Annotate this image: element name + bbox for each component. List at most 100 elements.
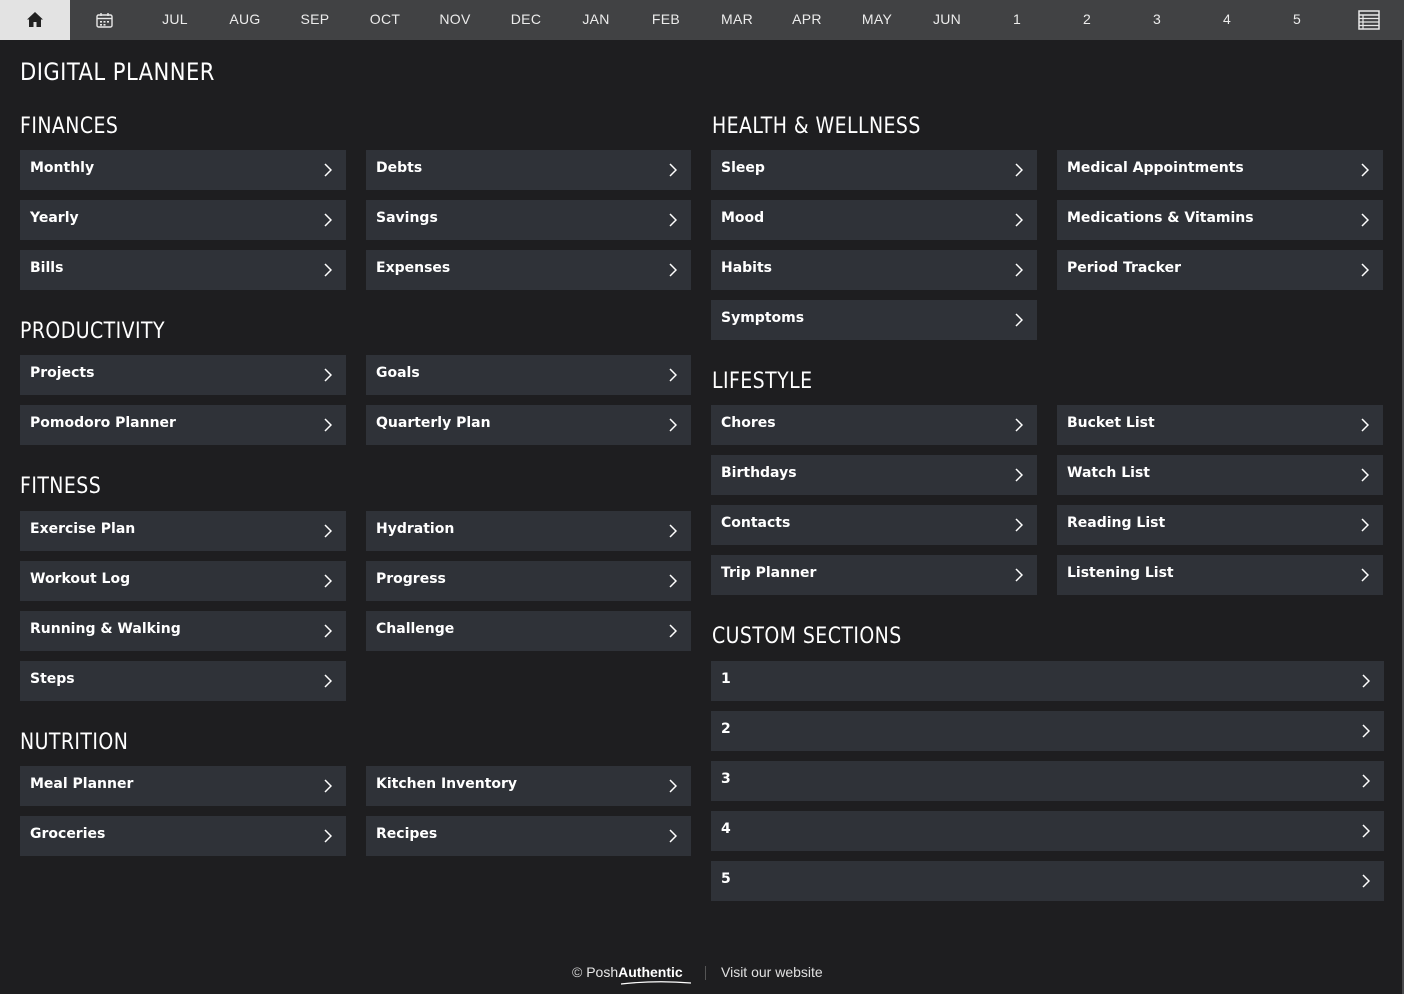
- chevron-right-icon: [1362, 824, 1370, 838]
- chevron-right-icon: [1362, 674, 1370, 688]
- footer: © PoshAuthentic Visit our website: [0, 962, 1404, 986]
- chevron-right-icon: [669, 263, 677, 277]
- home-icon: [27, 12, 43, 27]
- chevron-right-icon: [324, 624, 332, 638]
- tile-label: Exercise Plan: [30, 521, 136, 537]
- chevron-right-icon: [669, 624, 677, 638]
- tile-label: 1: [721, 671, 731, 687]
- copyright-symbol: ©: [572, 964, 583, 980]
- tile-habits[interactable]: Habits: [711, 250, 1037, 290]
- tile-label: Kitchen Inventory: [376, 776, 518, 792]
- tile-debts[interactable]: Debts: [366, 150, 691, 190]
- chevron-right-icon: [1361, 263, 1369, 277]
- tile-contacts[interactable]: Contacts: [711, 505, 1037, 545]
- tile-pomodoro-planner[interactable]: Pomodoro Planner: [20, 405, 346, 445]
- nav-month-nov[interactable]: NOV: [420, 0, 490, 40]
- chevron-right-icon: [1361, 418, 1369, 432]
- tile-workout-log[interactable]: Workout Log: [20, 561, 346, 601]
- tile-kitchen-inventory[interactable]: Kitchen Inventory: [366, 766, 691, 806]
- tile-trip-planner[interactable]: Trip Planner: [711, 555, 1037, 595]
- section-title-custom-sections: CUSTOM SECTIONS: [712, 624, 902, 649]
- tile-goals[interactable]: Goals: [366, 355, 691, 395]
- tile-label: Medical Appointments: [1067, 160, 1244, 176]
- tile-label: Bills: [30, 260, 64, 276]
- nav-month-mar[interactable]: MAR: [702, 0, 772, 40]
- tile-label: Mood: [721, 210, 765, 226]
- chevron-right-icon: [669, 829, 677, 843]
- tile-expenses[interactable]: Expenses: [366, 250, 691, 290]
- nav-month-feb[interactable]: FEB: [631, 0, 701, 40]
- tile-meal-planner[interactable]: Meal Planner: [20, 766, 346, 806]
- tile-custom-5[interactable]: 5: [711, 861, 1384, 901]
- home-tab[interactable]: [0, 0, 70, 40]
- nav-month-jun[interactable]: JUN: [912, 0, 982, 40]
- tile-yearly[interactable]: Yearly: [20, 200, 346, 240]
- tile-watch-list[interactable]: Watch List: [1057, 455, 1383, 495]
- tile-symptoms[interactable]: Symptoms: [711, 300, 1037, 340]
- chevron-right-icon: [669, 574, 677, 588]
- tile-custom-1[interactable]: 1: [711, 661, 1384, 701]
- tile-challenge[interactable]: Challenge: [366, 611, 691, 651]
- tile-reading-list[interactable]: Reading List: [1057, 505, 1383, 545]
- nav-month-aug[interactable]: AUG: [210, 0, 280, 40]
- tile-custom-3[interactable]: 3: [711, 761, 1384, 801]
- tile-running-walking[interactable]: Running & Walking: [20, 611, 346, 651]
- notes-tab[interactable]: [1334, 0, 1404, 40]
- nav-custom-1[interactable]: 1: [982, 0, 1052, 40]
- tile-custom-4[interactable]: 4: [711, 811, 1384, 851]
- tile-monthly[interactable]: Monthly: [20, 150, 346, 190]
- nav-custom-2[interactable]: 2: [1052, 0, 1122, 40]
- tile-progress[interactable]: Progress: [366, 561, 691, 601]
- section-title-nutrition: NUTRITION: [20, 730, 129, 755]
- tile-label: 3: [721, 771, 731, 787]
- chevron-right-icon: [324, 524, 332, 538]
- tile-chores[interactable]: Chores: [711, 405, 1037, 445]
- tile-savings[interactable]: Savings: [366, 200, 691, 240]
- visit-website-link[interactable]: Visit our website: [721, 964, 823, 980]
- chevron-right-icon: [1361, 518, 1369, 532]
- copyright-brand[interactable]: © PoshAuthentic: [572, 964, 683, 980]
- section-title-health-wellness: HEALTH & WELLNESS: [712, 114, 921, 139]
- tile-label: Meal Planner: [30, 776, 134, 792]
- chevron-right-icon: [324, 263, 332, 277]
- nav-month-may[interactable]: MAY: [842, 0, 912, 40]
- nav-month-jan[interactable]: JAN: [561, 0, 631, 40]
- tile-exercise-plan[interactable]: Exercise Plan: [20, 511, 346, 551]
- tile-projects[interactable]: Projects: [20, 355, 346, 395]
- section-title-fitness: FITNESS: [20, 474, 102, 499]
- brand-name-part2: Authentic: [618, 964, 683, 980]
- nav-custom-4[interactable]: 4: [1192, 0, 1262, 40]
- chevron-right-icon: [324, 418, 332, 432]
- nav-month-apr[interactable]: APR: [772, 0, 842, 40]
- tile-hydration[interactable]: Hydration: [366, 511, 691, 551]
- tile-label: Chores: [721, 415, 776, 431]
- tile-listening-list[interactable]: Listening List: [1057, 555, 1383, 595]
- chevron-right-icon: [1015, 263, 1023, 277]
- tile-groceries[interactable]: Groceries: [20, 816, 346, 856]
- chevron-right-icon: [1015, 313, 1023, 327]
- calendar-tab[interactable]: [70, 0, 140, 40]
- nav-month-oct[interactable]: OCT: [350, 0, 420, 40]
- nav-month-jul[interactable]: JUL: [140, 0, 210, 40]
- tile-medical-appointments[interactable]: Medical Appointments: [1057, 150, 1383, 190]
- tile-recipes[interactable]: Recipes: [366, 816, 691, 856]
- tile-steps[interactable]: Steps: [20, 661, 346, 701]
- tile-sleep[interactable]: Sleep: [711, 150, 1037, 190]
- chevron-right-icon: [1015, 468, 1023, 482]
- tile-bills[interactable]: Bills: [20, 250, 346, 290]
- tile-mood[interactable]: Mood: [711, 200, 1037, 240]
- tile-label: Workout Log: [30, 571, 131, 587]
- nav-month-sep[interactable]: SEP: [280, 0, 350, 40]
- tile-bucket-list[interactable]: Bucket List: [1057, 405, 1383, 445]
- tile-medications-vitamins[interactable]: Medications & Vitamins: [1057, 200, 1383, 240]
- brand-underline-swoosh: [620, 981, 692, 985]
- tile-quarterly-plan[interactable]: Quarterly Plan: [366, 405, 691, 445]
- tile-label: Expenses: [376, 260, 451, 276]
- nav-custom-5[interactable]: 5: [1262, 0, 1332, 40]
- tile-period-tracker[interactable]: Period Tracker: [1057, 250, 1383, 290]
- chevron-right-icon: [669, 524, 677, 538]
- tile-custom-2[interactable]: 2: [711, 711, 1384, 751]
- nav-month-dec[interactable]: DEC: [491, 0, 561, 40]
- nav-custom-3[interactable]: 3: [1122, 0, 1192, 40]
- tile-birthdays[interactable]: Birthdays: [711, 455, 1037, 495]
